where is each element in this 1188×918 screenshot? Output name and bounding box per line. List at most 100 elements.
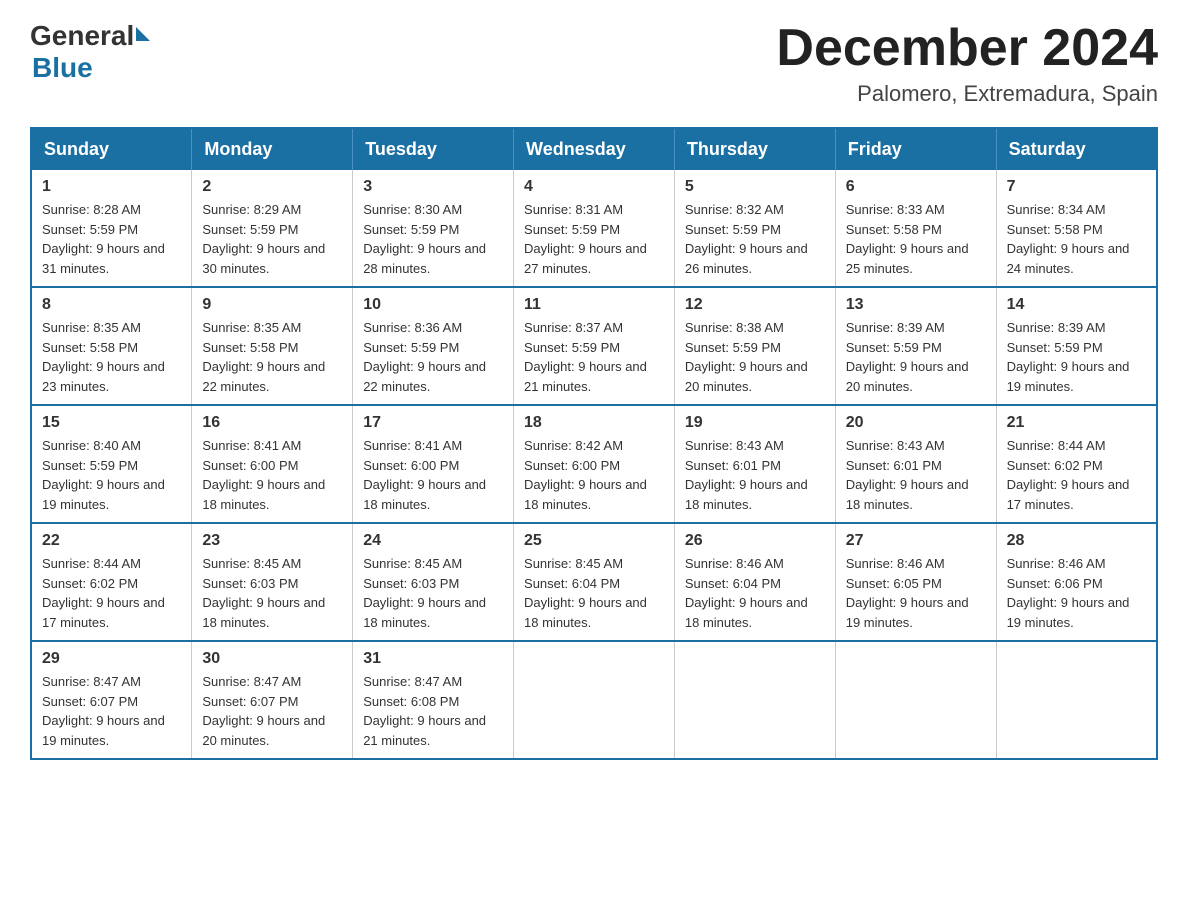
calendar-week-row: 1 Sunrise: 8:28 AM Sunset: 5:59 PM Dayli… — [31, 170, 1157, 287]
day-number: 31 — [363, 650, 503, 668]
calendar-cell: 9 Sunrise: 8:35 AM Sunset: 5:58 PM Dayli… — [192, 287, 353, 405]
calendar-cell: 30 Sunrise: 8:47 AM Sunset: 6:07 PM Dayl… — [192, 641, 353, 759]
calendar-week-row: 29 Sunrise: 8:47 AM Sunset: 6:07 PM Dayl… — [31, 641, 1157, 759]
day-number: 6 — [846, 178, 986, 196]
day-info: Sunrise: 8:35 AM Sunset: 5:58 PM Dayligh… — [42, 318, 181, 396]
day-number: 14 — [1007, 296, 1146, 314]
calendar-cell: 25 Sunrise: 8:45 AM Sunset: 6:04 PM Dayl… — [514, 523, 675, 641]
day-number: 12 — [685, 296, 825, 314]
day-info: Sunrise: 8:37 AM Sunset: 5:59 PM Dayligh… — [524, 318, 664, 396]
calendar-header-tuesday: Tuesday — [353, 128, 514, 170]
calendar-cell: 28 Sunrise: 8:46 AM Sunset: 6:06 PM Dayl… — [996, 523, 1157, 641]
day-info: Sunrise: 8:40 AM Sunset: 5:59 PM Dayligh… — [42, 436, 181, 514]
month-title: December 2024 — [776, 20, 1158, 77]
calendar-header-saturday: Saturday — [996, 128, 1157, 170]
title-section: December 2024 Palomero, Extremadura, Spa… — [776, 20, 1158, 107]
calendar-cell — [996, 641, 1157, 759]
day-number: 21 — [1007, 414, 1146, 432]
page-header: General Blue December 2024 Palomero, Ext… — [30, 20, 1158, 107]
calendar-cell: 16 Sunrise: 8:41 AM Sunset: 6:00 PM Dayl… — [192, 405, 353, 523]
day-number: 25 — [524, 532, 664, 550]
day-info: Sunrise: 8:30 AM Sunset: 5:59 PM Dayligh… — [363, 200, 503, 278]
day-number: 17 — [363, 414, 503, 432]
day-number: 10 — [363, 296, 503, 314]
day-info: Sunrise: 8:36 AM Sunset: 5:59 PM Dayligh… — [363, 318, 503, 396]
day-number: 22 — [42, 532, 181, 550]
day-info: Sunrise: 8:31 AM Sunset: 5:59 PM Dayligh… — [524, 200, 664, 278]
day-number: 4 — [524, 178, 664, 196]
calendar-cell: 23 Sunrise: 8:45 AM Sunset: 6:03 PM Dayl… — [192, 523, 353, 641]
day-number: 18 — [524, 414, 664, 432]
calendar-cell — [835, 641, 996, 759]
day-number: 5 — [685, 178, 825, 196]
day-info: Sunrise: 8:28 AM Sunset: 5:59 PM Dayligh… — [42, 200, 181, 278]
day-number: 28 — [1007, 532, 1146, 550]
day-number: 3 — [363, 178, 503, 196]
calendar-cell: 14 Sunrise: 8:39 AM Sunset: 5:59 PM Dayl… — [996, 287, 1157, 405]
day-info: Sunrise: 8:47 AM Sunset: 6:08 PM Dayligh… — [363, 672, 503, 750]
day-info: Sunrise: 8:35 AM Sunset: 5:58 PM Dayligh… — [202, 318, 342, 396]
day-info: Sunrise: 8:46 AM Sunset: 6:04 PM Dayligh… — [685, 554, 825, 632]
day-info: Sunrise: 8:44 AM Sunset: 6:02 PM Dayligh… — [42, 554, 181, 632]
day-info: Sunrise: 8:32 AM Sunset: 5:59 PM Dayligh… — [685, 200, 825, 278]
day-info: Sunrise: 8:47 AM Sunset: 6:07 PM Dayligh… — [202, 672, 342, 750]
calendar-cell: 18 Sunrise: 8:42 AM Sunset: 6:00 PM Dayl… — [514, 405, 675, 523]
calendar-cell: 22 Sunrise: 8:44 AM Sunset: 6:02 PM Dayl… — [31, 523, 192, 641]
calendar-cell: 12 Sunrise: 8:38 AM Sunset: 5:59 PM Dayl… — [674, 287, 835, 405]
day-number: 30 — [202, 650, 342, 668]
calendar-cell — [514, 641, 675, 759]
calendar-cell: 13 Sunrise: 8:39 AM Sunset: 5:59 PM Dayl… — [835, 287, 996, 405]
calendar-week-row: 8 Sunrise: 8:35 AM Sunset: 5:58 PM Dayli… — [31, 287, 1157, 405]
calendar-header-row: SundayMondayTuesdayWednesdayThursdayFrid… — [31, 128, 1157, 170]
day-info: Sunrise: 8:46 AM Sunset: 6:06 PM Dayligh… — [1007, 554, 1146, 632]
calendar-header-wednesday: Wednesday — [514, 128, 675, 170]
day-number: 24 — [363, 532, 503, 550]
day-info: Sunrise: 8:45 AM Sunset: 6:03 PM Dayligh… — [363, 554, 503, 632]
day-number: 27 — [846, 532, 986, 550]
calendar-week-row: 15 Sunrise: 8:40 AM Sunset: 5:59 PM Dayl… — [31, 405, 1157, 523]
calendar-cell: 29 Sunrise: 8:47 AM Sunset: 6:07 PM Dayl… — [31, 641, 192, 759]
calendar-cell: 3 Sunrise: 8:30 AM Sunset: 5:59 PM Dayli… — [353, 170, 514, 287]
day-info: Sunrise: 8:47 AM Sunset: 6:07 PM Dayligh… — [42, 672, 181, 750]
calendar-cell: 21 Sunrise: 8:44 AM Sunset: 6:02 PM Dayl… — [996, 405, 1157, 523]
day-info: Sunrise: 8:43 AM Sunset: 6:01 PM Dayligh… — [846, 436, 986, 514]
day-number: 20 — [846, 414, 986, 432]
day-number: 9 — [202, 296, 342, 314]
day-number: 2 — [202, 178, 342, 196]
day-info: Sunrise: 8:39 AM Sunset: 5:59 PM Dayligh… — [1007, 318, 1146, 396]
day-info: Sunrise: 8:38 AM Sunset: 5:59 PM Dayligh… — [685, 318, 825, 396]
day-number: 13 — [846, 296, 986, 314]
day-number: 8 — [42, 296, 181, 314]
calendar-cell: 11 Sunrise: 8:37 AM Sunset: 5:59 PM Dayl… — [514, 287, 675, 405]
day-info: Sunrise: 8:34 AM Sunset: 5:58 PM Dayligh… — [1007, 200, 1146, 278]
day-info: Sunrise: 8:44 AM Sunset: 6:02 PM Dayligh… — [1007, 436, 1146, 514]
day-number: 15 — [42, 414, 181, 432]
calendar-header-sunday: Sunday — [31, 128, 192, 170]
calendar-cell: 6 Sunrise: 8:33 AM Sunset: 5:58 PM Dayli… — [835, 170, 996, 287]
calendar-cell: 17 Sunrise: 8:41 AM Sunset: 6:00 PM Dayl… — [353, 405, 514, 523]
calendar-cell: 1 Sunrise: 8:28 AM Sunset: 5:59 PM Dayli… — [31, 170, 192, 287]
calendar-header-thursday: Thursday — [674, 128, 835, 170]
calendar-cell: 4 Sunrise: 8:31 AM Sunset: 5:59 PM Dayli… — [514, 170, 675, 287]
day-info: Sunrise: 8:42 AM Sunset: 6:00 PM Dayligh… — [524, 436, 664, 514]
day-number: 23 — [202, 532, 342, 550]
day-number: 29 — [42, 650, 181, 668]
day-info: Sunrise: 8:41 AM Sunset: 6:00 PM Dayligh… — [202, 436, 342, 514]
calendar-cell: 15 Sunrise: 8:40 AM Sunset: 5:59 PM Dayl… — [31, 405, 192, 523]
logo-arrow-icon — [136, 27, 150, 41]
logo-blue-text: Blue — [32, 52, 150, 84]
day-number: 11 — [524, 296, 664, 314]
calendar-cell: 2 Sunrise: 8:29 AM Sunset: 5:59 PM Dayli… — [192, 170, 353, 287]
calendar-header-monday: Monday — [192, 128, 353, 170]
day-info: Sunrise: 8:45 AM Sunset: 6:03 PM Dayligh… — [202, 554, 342, 632]
day-number: 1 — [42, 178, 181, 196]
calendar-cell: 27 Sunrise: 8:46 AM Sunset: 6:05 PM Dayl… — [835, 523, 996, 641]
calendar-week-row: 22 Sunrise: 8:44 AM Sunset: 6:02 PM Dayl… — [31, 523, 1157, 641]
calendar-header-friday: Friday — [835, 128, 996, 170]
calendar-cell: 20 Sunrise: 8:43 AM Sunset: 6:01 PM Dayl… — [835, 405, 996, 523]
calendar-cell: 24 Sunrise: 8:45 AM Sunset: 6:03 PM Dayl… — [353, 523, 514, 641]
calendar-table: SundayMondayTuesdayWednesdayThursdayFrid… — [30, 127, 1158, 760]
day-info: Sunrise: 8:45 AM Sunset: 6:04 PM Dayligh… — [524, 554, 664, 632]
day-info: Sunrise: 8:39 AM Sunset: 5:59 PM Dayligh… — [846, 318, 986, 396]
calendar-cell: 5 Sunrise: 8:32 AM Sunset: 5:59 PM Dayli… — [674, 170, 835, 287]
